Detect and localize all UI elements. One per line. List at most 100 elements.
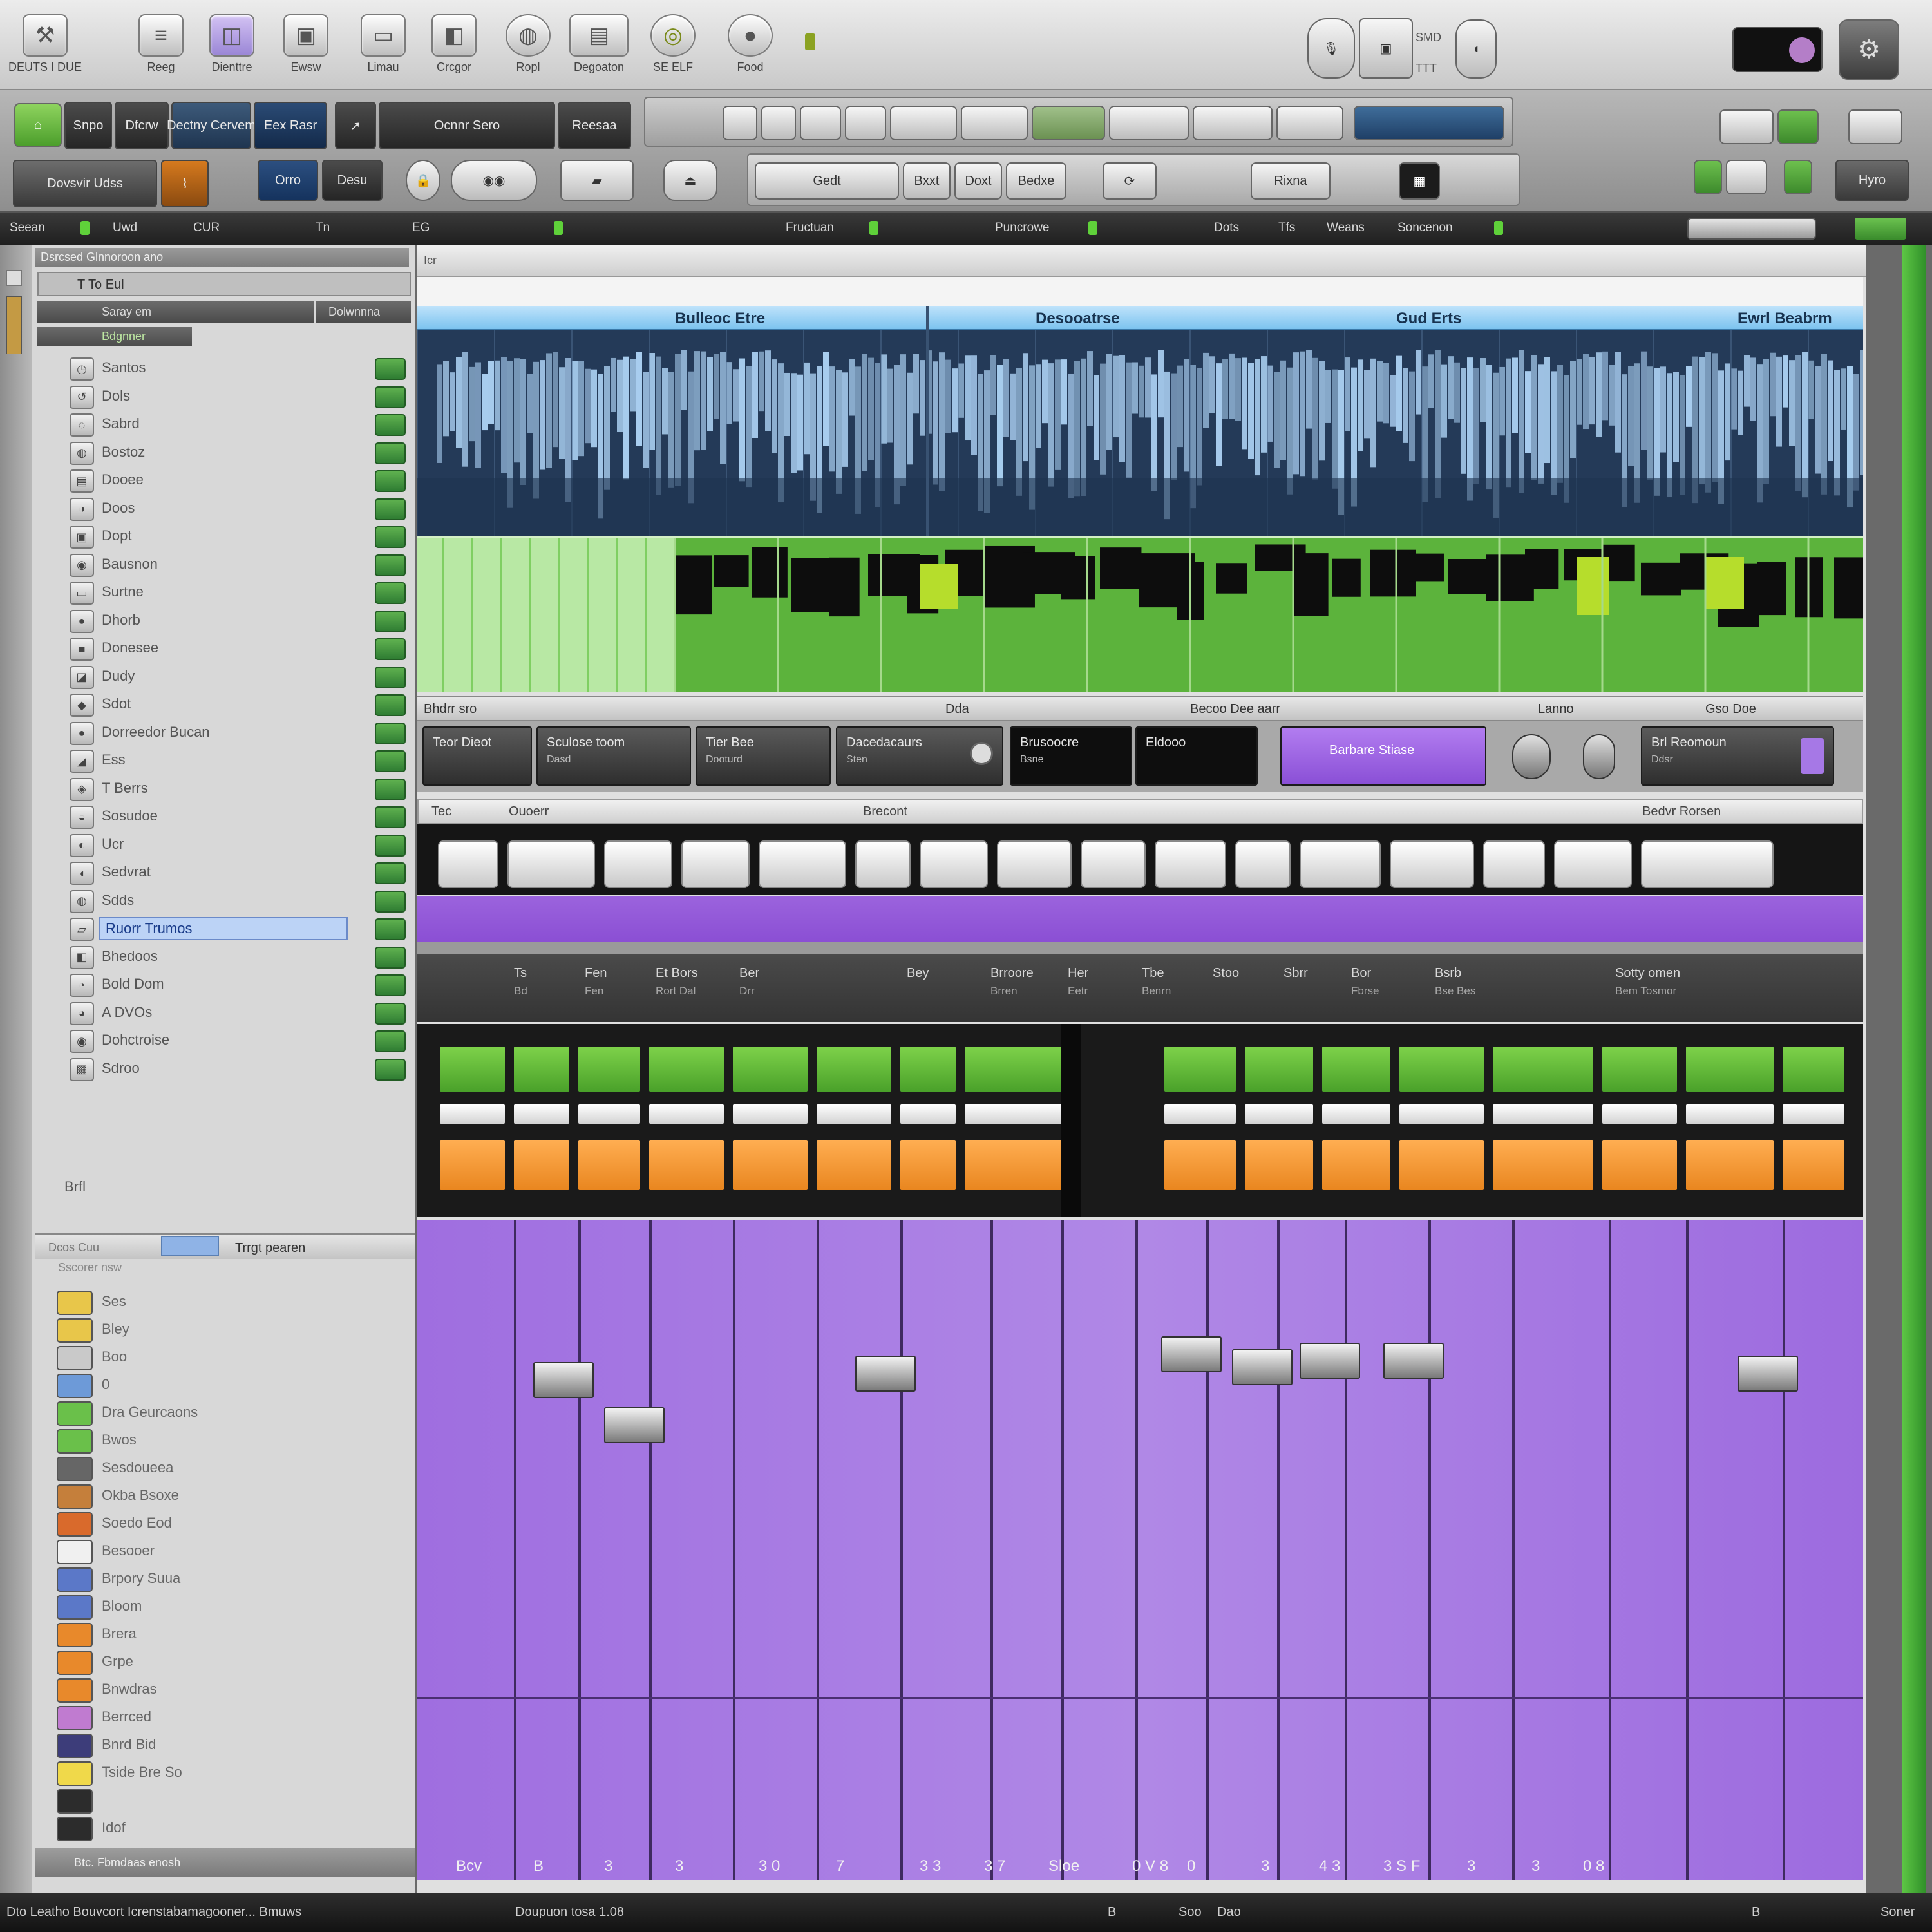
settings-button[interactable]: ⚙ — [1839, 19, 1899, 80]
library-item[interactable]: Bloom — [57, 1593, 411, 1620]
knob-icon[interactable] — [1512, 734, 1551, 779]
strip-btn-8[interactable] — [1109, 106, 1189, 140]
status-item[interactable]: B — [1752, 1905, 1760, 1920]
library-item[interactable]: Sesdoueea — [57, 1454, 411, 1481]
region-name[interactable]: Gud Erts — [1396, 310, 1461, 328]
library-item[interactable]: Brera — [57, 1620, 411, 1647]
mixer-channel-label[interactable]: Her Eetr — [1068, 966, 1088, 998]
pad-button[interactable] — [855, 840, 911, 888]
pad-button[interactable] — [604, 840, 672, 888]
fader-handle[interactable] — [855, 1356, 916, 1392]
strip-btn-6[interactable] — [961, 106, 1028, 140]
fader-handle[interactable] — [1232, 1349, 1293, 1385]
tool-monitor[interactable]: ▭ Limau — [345, 14, 422, 85]
track-row[interactable]: ▤ Dooee — [37, 466, 411, 493]
status-item[interactable]: B — [1108, 1905, 1116, 1920]
strip-btn-5[interactable] — [890, 106, 957, 140]
preset-label[interactable]: Brecont — [863, 804, 907, 819]
track-meter-icon[interactable] — [375, 890, 406, 913]
pill-7[interactable]: Dovsvir Udss — [13, 160, 157, 207]
lock-button[interactable]: 🔒 — [406, 160, 440, 201]
knob-icon[interactable] — [1583, 734, 1615, 779]
pill-5[interactable]: Ocnnr Sero — [379, 102, 555, 149]
plugin-slot-active[interactable]: Barbare Stiase — [1280, 726, 1486, 786]
right-led-2[interactable] — [1784, 160, 1812, 194]
transport-item[interactable]: CUR — [193, 221, 220, 235]
headphone-button[interactable]: ◖ — [1455, 19, 1497, 79]
transport-item[interactable]: Puncrowe — [995, 221, 1050, 235]
track-row[interactable]: ◍ Bostoz — [37, 439, 411, 466]
column-header-type[interactable]: Dolwnnna — [316, 301, 411, 323]
grid-button[interactable]: ▦ — [1399, 162, 1440, 200]
pad-button[interactable] — [1081, 840, 1146, 888]
library-item[interactable]: Brpory Suua — [57, 1565, 411, 1592]
track-row[interactable]: ↺ Dols — [37, 383, 411, 410]
library-item[interactable]: Soedo Eod — [57, 1510, 411, 1537]
right-pill[interactable]: Hyro — [1835, 160, 1909, 201]
mixer-channel-label[interactable]: Ber Drr — [739, 966, 759, 998]
knob-icon[interactable] — [970, 742, 993, 765]
strip-btn-10[interactable] — [1276, 106, 1343, 140]
mixer-channel-label[interactable]: Tbe Benrn — [1142, 966, 1171, 998]
library-toggle[interactable] — [161, 1236, 219, 1256]
plugin-slot[interactable]: Brl Reomoun Ddsr — [1641, 726, 1834, 786]
track-meter-icon[interactable] — [375, 386, 406, 408]
preset-label[interactable]: Ouoerr — [509, 804, 549, 819]
strip-btn-1[interactable] — [723, 106, 757, 140]
track-row[interactable]: ● Dhorb — [37, 607, 411, 634]
home-button[interactable]: ⌂ — [14, 103, 62, 147]
plugin-slot[interactable]: Teor Dieot — [422, 726, 532, 786]
library-item[interactable]: Bwos — [57, 1426, 411, 1454]
library-item[interactable]: Okba Bsoxe — [57, 1482, 411, 1509]
track-meter-icon[interactable] — [375, 1030, 406, 1052]
pill-8[interactable]: Orro — [258, 160, 318, 201]
track-row[interactable]: ◖ Sedvrat — [37, 858, 411, 886]
timeline-ruler[interactable]: Icr — [417, 245, 1866, 277]
track-row[interactable]: ◪ Dudy — [37, 663, 411, 690]
right-btn-3[interactable] — [1848, 109, 1902, 144]
track-row[interactable]: ◷ Santos — [37, 354, 411, 381]
track-search-input[interactable]: T To Eul — [37, 272, 411, 296]
region-header[interactable]: Bulleoc Etre Desooatrse Gud Erts Ewrl Be… — [417, 306, 1863, 330]
pad-button[interactable] — [1300, 840, 1381, 888]
pad-button[interactable] — [1641, 840, 1774, 888]
track-meter-icon[interactable] — [375, 498, 406, 520]
region-name[interactable]: Ewrl Beabrm — [1738, 310, 1832, 328]
pill-6[interactable]: Reesaa — [558, 102, 631, 149]
library-item[interactable]: Ses — [57, 1288, 411, 1315]
track-row[interactable]: ▭ Surtne — [37, 578, 411, 605]
track-row[interactable]: ◍ Sdds — [37, 887, 411, 914]
track-row[interactable]: ◧ Bhedoos — [37, 943, 411, 970]
track-row[interactable]: ◉ Dohctroise — [37, 1027, 411, 1054]
strip-btn-4[interactable] — [845, 106, 886, 140]
plugin-slot[interactable]: Sculose toom Dasd — [536, 726, 691, 786]
arrow-pill[interactable]: ➚ — [335, 102, 376, 149]
track-meter-icon[interactable] — [375, 610, 406, 632]
pad-button[interactable] — [1390, 840, 1474, 888]
right-led-1[interactable] — [1694, 160, 1722, 194]
library-item[interactable]: Berrced — [57, 1703, 411, 1730]
mixer-channel-label[interactable]: Bor Fbrse — [1351, 966, 1379, 998]
pad-button[interactable] — [997, 840, 1072, 888]
track-meter-icon[interactable] — [375, 666, 406, 688]
track-meter-icon[interactable] — [375, 778, 406, 800]
tool-knob[interactable]: ● Food — [712, 14, 789, 85]
zoom-slider[interactable] — [1687, 218, 1816, 240]
group-header[interactable]: Bdgnner — [37, 327, 192, 346]
plugin-slot[interactable]: Dacedacaurs Sten — [836, 726, 1003, 786]
track-meter-icon[interactable] — [375, 694, 406, 716]
track-meter-icon[interactable] — [375, 442, 406, 464]
library-item[interactable]: Besooer — [57, 1537, 411, 1564]
loop-button[interactable]: ⟳ — [1103, 162, 1157, 200]
track-meter-icon[interactable] — [375, 554, 406, 576]
mixer-channel-label[interactable]: Brroore Brren — [990, 966, 1034, 998]
audio-region[interactable] — [417, 330, 1863, 536]
pill-3[interactable]: Dectny Cervem — [167, 102, 256, 149]
library-item[interactable]: Bnwdras — [57, 1676, 411, 1703]
tool-ring[interactable]: ◎ SE ELF — [634, 14, 712, 85]
eject-button[interactable]: ⏏ — [663, 160, 717, 201]
plugin-slot[interactable]: Tier Bee Dooturd — [696, 726, 831, 786]
track-meter-icon[interactable] — [375, 470, 406, 492]
fader-handle[interactable] — [533, 1362, 594, 1398]
preset-label[interactable]: Tec — [431, 804, 451, 819]
